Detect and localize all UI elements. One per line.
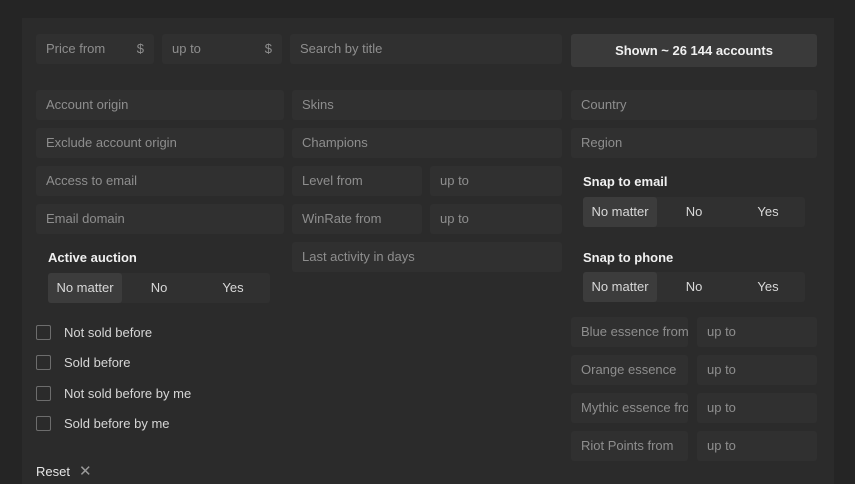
- winrate-from-input[interactable]: WinRate from: [292, 204, 422, 234]
- search-title-input[interactable]: Search by title: [290, 34, 562, 64]
- active-auction-segmented: No matter No Yes: [48, 273, 270, 303]
- blue-essence-to-placeholder: up to: [707, 324, 736, 339]
- winrate-to-placeholder: up to: [440, 211, 469, 226]
- country-select[interactable]: Country: [571, 90, 817, 120]
- skins-placeholder: Skins: [302, 97, 334, 112]
- price-to-placeholder: up to: [172, 41, 201, 56]
- email-domain-placeholder: Email domain: [46, 211, 125, 226]
- check-sold-before-by-me[interactable]: Sold before by me: [36, 414, 170, 432]
- riot-points-to-input[interactable]: up to: [697, 431, 817, 461]
- skins-select[interactable]: Skins: [292, 90, 562, 120]
- filter-panel: Price from $ up to $ Search by title Sho…: [22, 18, 834, 484]
- level-to-input[interactable]: up to: [430, 166, 562, 196]
- check-label: Sold before by me: [64, 415, 170, 431]
- snap-phone-segmented: No matter No Yes: [583, 272, 805, 302]
- checkbox[interactable]: [36, 324, 51, 340]
- orange-essence-to-input[interactable]: up to: [697, 355, 817, 385]
- check-not-sold-before-by-me[interactable]: Not sold before by me: [36, 384, 191, 402]
- snap-email-segmented: No matter No Yes: [583, 197, 805, 227]
- country-placeholder: Country: [581, 97, 627, 112]
- mythic-essence-to-input[interactable]: up to: [697, 393, 817, 423]
- snap-phone-label: Snap to phone: [583, 250, 674, 265]
- riot-points-to-placeholder: up to: [707, 438, 736, 453]
- price-from-currency: $: [136, 41, 144, 56]
- last-activity-input[interactable]: Last activity in days: [292, 242, 562, 272]
- check-not-sold-before[interactable]: Not sold before: [36, 323, 152, 341]
- active-auction-no-matter[interactable]: No matter: [48, 273, 122, 303]
- mythic-essence-to-placeholder: up to: [707, 400, 736, 415]
- checkbox[interactable]: [36, 415, 51, 431]
- active-auction-label: Active auction: [48, 250, 137, 265]
- exclude-account-origin-select[interactable]: Exclude account origin: [36, 128, 284, 158]
- blue-essence-to-input[interactable]: up to: [697, 317, 817, 347]
- reset-label: Reset: [36, 464, 70, 479]
- snap-email-label: Snap to email: [583, 174, 668, 189]
- price-from-placeholder: Price from: [46, 41, 106, 56]
- champions-select[interactable]: Champions: [292, 128, 562, 158]
- mythic-essence-from-placeholder: Mythic essence from: [581, 400, 688, 415]
- snap-phone-no-matter[interactable]: No matter: [583, 272, 657, 302]
- active-auction-yes[interactable]: Yes: [196, 273, 270, 303]
- winrate-from-placeholder: WinRate from: [302, 211, 382, 226]
- active-auction-no[interactable]: No: [122, 273, 196, 303]
- check-label: Not sold before by me: [64, 385, 192, 401]
- orange-essence-from-placeholder: Orange essence: [581, 362, 677, 377]
- riot-points-from-placeholder: Riot Points from: [581, 438, 674, 453]
- level-from-input[interactable]: Level from: [292, 166, 422, 196]
- snap-email-yes[interactable]: Yes: [731, 197, 805, 227]
- checkbox[interactable]: [36, 385, 51, 401]
- mythic-essence-from-input[interactable]: Mythic essence from: [571, 393, 688, 423]
- account-origin-placeholder: Account origin: [46, 97, 129, 112]
- region-select[interactable]: Region: [571, 128, 817, 158]
- reset-button[interactable]: Reset ✕: [36, 464, 92, 479]
- price-from-input[interactable]: Price from $: [36, 34, 154, 64]
- level-to-placeholder: up to: [440, 173, 469, 188]
- check-label: Sold before: [64, 354, 131, 370]
- champions-placeholder: Champions: [302, 135, 368, 150]
- orange-essence-to-placeholder: up to: [707, 362, 736, 377]
- price-to-input[interactable]: up to $: [162, 34, 282, 64]
- orange-essence-from-input[interactable]: Orange essence: [571, 355, 688, 385]
- checkbox[interactable]: [36, 354, 51, 370]
- price-to-currency: $: [264, 41, 272, 56]
- close-icon: ✕: [78, 463, 92, 480]
- level-from-placeholder: Level from: [302, 173, 363, 188]
- riot-points-from-input[interactable]: Riot Points from: [571, 431, 688, 461]
- account-origin-select[interactable]: Account origin: [36, 90, 284, 120]
- snap-phone-no[interactable]: No: [657, 272, 731, 302]
- blue-essence-from-placeholder: Blue essence from: [581, 324, 688, 339]
- snap-email-no-matter[interactable]: No matter: [583, 197, 657, 227]
- exclude-account-origin-placeholder: Exclude account origin: [46, 135, 177, 150]
- snap-email-no[interactable]: No: [657, 197, 731, 227]
- access-to-email-placeholder: Access to email: [46, 173, 138, 188]
- search-title-placeholder: Search by title: [300, 41, 383, 56]
- blue-essence-from-input[interactable]: Blue essence from: [571, 317, 688, 347]
- check-label: Not sold before: [64, 324, 153, 340]
- shown-accounts-button[interactable]: Shown ~ 26 144 accounts: [571, 34, 817, 67]
- snap-phone-yes[interactable]: Yes: [731, 272, 805, 302]
- access-to-email-select[interactable]: Access to email: [36, 166, 284, 196]
- winrate-to-input[interactable]: up to: [430, 204, 562, 234]
- check-sold-before[interactable]: Sold before: [36, 353, 131, 371]
- region-placeholder: Region: [581, 135, 623, 150]
- last-activity-placeholder: Last activity in days: [302, 249, 415, 264]
- email-domain-select[interactable]: Email domain: [36, 204, 284, 234]
